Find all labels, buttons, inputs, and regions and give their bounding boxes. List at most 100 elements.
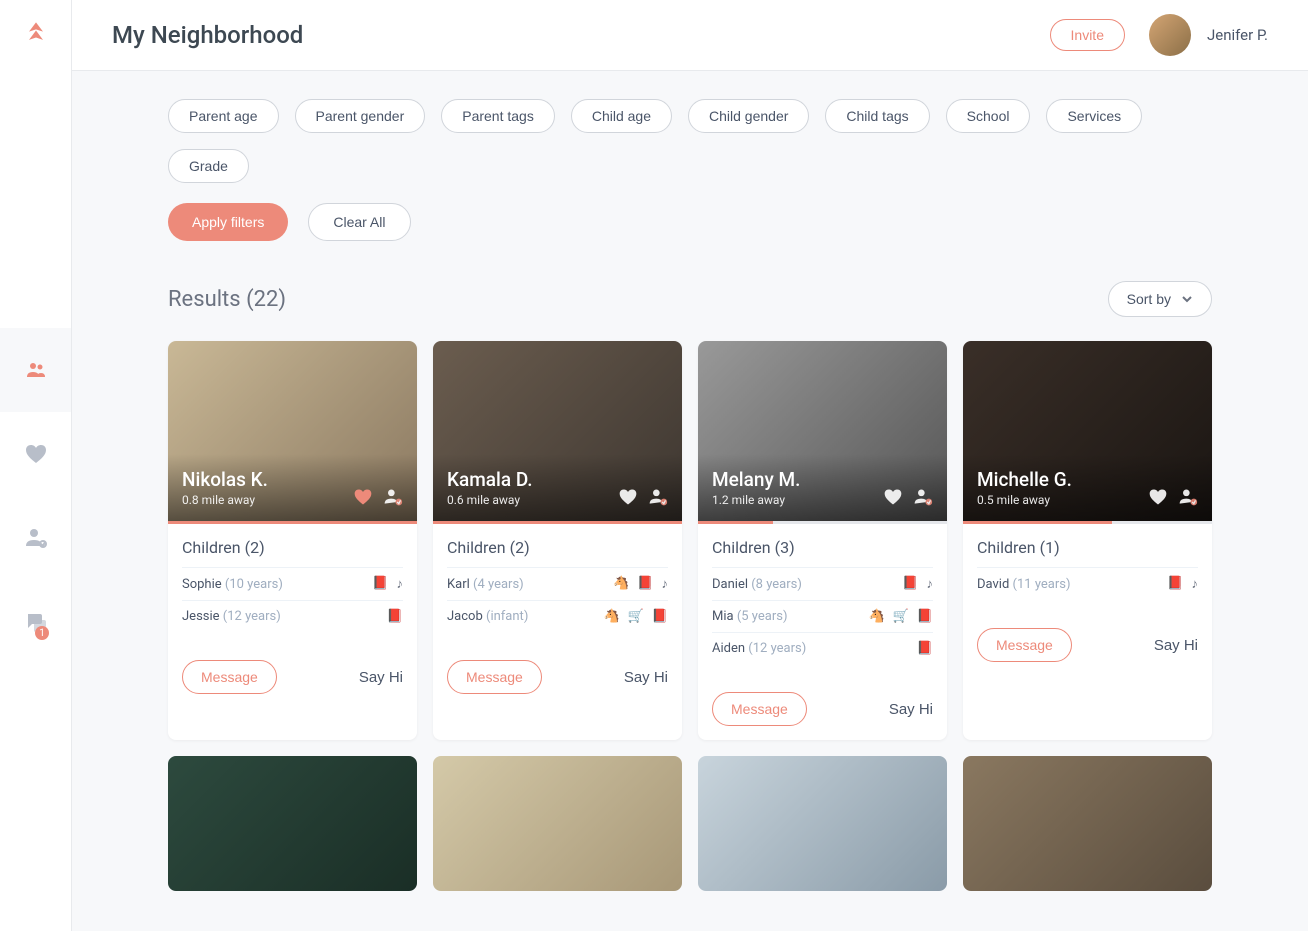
sayhi-button[interactable]: Say Hi bbox=[889, 701, 933, 718]
header: My Neighborhood Invite Jenifer P. bbox=[72, 0, 1308, 71]
heart-icon[interactable] bbox=[883, 487, 903, 507]
result-card[interactable] bbox=[698, 756, 947, 891]
activity-icon: 🛒 bbox=[893, 609, 909, 624]
card-distance: 0.8 mile away bbox=[182, 493, 268, 507]
user-name: Jenifer P. bbox=[1207, 26, 1268, 44]
child-name: Mia bbox=[712, 609, 734, 624]
clear-all-button[interactable]: Clear All bbox=[308, 203, 410, 241]
chevron-down-icon bbox=[1181, 293, 1193, 305]
filter-chip[interactable]: Child tags bbox=[825, 99, 929, 133]
app-logo-icon bbox=[22, 20, 50, 48]
filter-chip[interactable]: Parent gender bbox=[295, 99, 426, 133]
card-photo[interactable]: Nikolas K. 0.8 mile away bbox=[168, 341, 417, 521]
result-card[interactable] bbox=[433, 756, 682, 891]
page-title: My Neighborhood bbox=[112, 21, 303, 49]
sidebar-item-favorites[interactable] bbox=[0, 412, 71, 496]
add-user-icon[interactable] bbox=[1178, 487, 1198, 507]
activity-icon: 📕 bbox=[917, 641, 933, 656]
sayhi-button[interactable]: Say Hi bbox=[624, 669, 668, 686]
activity-icon: 📕 bbox=[637, 576, 653, 592]
child-row: Karl (4 years) 🐴 📕 ♪ bbox=[447, 567, 668, 600]
message-button[interactable]: Message bbox=[447, 660, 542, 694]
card-name: Melany M. bbox=[712, 468, 800, 491]
child-age: (11 years) bbox=[1013, 577, 1071, 592]
sidebar-item-people[interactable] bbox=[0, 328, 71, 412]
card-distance: 1.2 mile away bbox=[712, 493, 800, 507]
filter-chip[interactable]: Child age bbox=[571, 99, 672, 133]
add-user-icon[interactable] bbox=[648, 487, 668, 507]
card-name: Kamala D. bbox=[447, 468, 533, 491]
invite-button[interactable]: Invite bbox=[1050, 19, 1125, 51]
result-card: Michelle G. 0.5 mile away Children (1) D… bbox=[963, 341, 1212, 740]
message-button[interactable]: Message bbox=[182, 660, 277, 694]
activity-icon: 🛒 bbox=[628, 609, 644, 624]
activity-icon: ♪ bbox=[662, 576, 669, 592]
child-name: Daniel bbox=[712, 577, 748, 592]
child-name: Karl bbox=[447, 577, 470, 592]
child-name: Aiden bbox=[712, 641, 745, 656]
child-age: (4 years) bbox=[473, 577, 524, 592]
child-age: (5 years) bbox=[737, 609, 788, 624]
filter-chip[interactable]: School bbox=[946, 99, 1031, 133]
child-name: Jacob bbox=[447, 609, 483, 624]
activity-icon: 📕 bbox=[372, 576, 388, 592]
child-row: David (11 years) 📕 ♪ bbox=[977, 567, 1198, 600]
filter-chip[interactable]: Grade bbox=[168, 149, 249, 183]
activity-icon: 📕 bbox=[902, 576, 918, 592]
result-card[interactable] bbox=[963, 756, 1212, 891]
child-name: Sophie bbox=[182, 577, 222, 592]
children-count: Children (2) bbox=[182, 538, 403, 557]
results-count: Results (22) bbox=[168, 287, 286, 312]
child-name: David bbox=[977, 577, 1009, 592]
children-count: Children (2) bbox=[447, 538, 668, 557]
child-row: Jacob (infant) 🐴 🛒 📕 bbox=[447, 600, 668, 632]
heart-icon[interactable] bbox=[618, 487, 638, 507]
activity-icon: 📕 bbox=[917, 609, 933, 624]
child-age: (12 years) bbox=[748, 641, 806, 656]
activity-icon: 🐴 bbox=[603, 609, 619, 624]
result-card: Nikolas K. 0.8 mile away Children (2) So… bbox=[168, 341, 417, 740]
children-count: Children (3) bbox=[712, 538, 933, 557]
filter-chip[interactable]: Child gender bbox=[688, 99, 809, 133]
filter-chip[interactable]: Services bbox=[1046, 99, 1142, 133]
activity-icon: 📕 bbox=[1167, 576, 1183, 592]
child-row: Sophie (10 years) 📕♪ bbox=[182, 567, 403, 600]
sidebar-item-connections[interactable] bbox=[0, 496, 71, 580]
activity-icon: 🐴 bbox=[613, 576, 629, 592]
card-photo[interactable]: Michelle G. 0.5 mile away bbox=[963, 341, 1212, 521]
child-name: Jessie bbox=[182, 609, 220, 624]
heart-icon[interactable] bbox=[1148, 487, 1168, 507]
activity-icon: 📕 bbox=[387, 609, 403, 624]
child-age: (12 years) bbox=[223, 609, 281, 624]
message-button[interactable]: Message bbox=[712, 692, 807, 726]
result-card: Melany M. 1.2 mile away Children (3) Dan… bbox=[698, 341, 947, 740]
sidebar: 1 bbox=[0, 0, 72, 931]
child-row: Daniel (8 years) 📕 ♪ bbox=[712, 567, 933, 600]
heart-icon[interactable] bbox=[353, 487, 373, 507]
filters-row: Parent age Parent gender Parent tags Child … bbox=[168, 99, 1212, 183]
sidebar-item-chat[interactable]: 1 bbox=[0, 580, 71, 664]
card-photo[interactable]: Kamala D. 0.6 mile away bbox=[433, 341, 682, 521]
result-card[interactable] bbox=[168, 756, 417, 891]
filter-chip[interactable]: Parent age bbox=[168, 99, 279, 133]
activity-icon: 📕 bbox=[652, 609, 668, 624]
sayhi-button[interactable]: Say Hi bbox=[359, 669, 403, 686]
card-name: Michelle G. bbox=[977, 468, 1072, 491]
sayhi-button[interactable]: Say Hi bbox=[1154, 637, 1198, 654]
card-name: Nikolas K. bbox=[182, 468, 268, 491]
add-user-icon[interactable] bbox=[383, 487, 403, 507]
filter-chip[interactable]: Parent tags bbox=[441, 99, 555, 133]
card-photo[interactable]: Melany M. 1.2 mile away bbox=[698, 341, 947, 521]
message-button[interactable]: Message bbox=[977, 628, 1072, 662]
sort-button[interactable]: Sort by bbox=[1108, 281, 1212, 317]
card-distance: 0.5 mile away bbox=[977, 493, 1072, 507]
activity-icon: ♪ bbox=[927, 576, 934, 592]
result-card: Kamala D. 0.6 mile away Children (2) Kar… bbox=[433, 341, 682, 740]
child-age: (infant) bbox=[486, 609, 528, 624]
child-age: (8 years) bbox=[751, 577, 802, 592]
apply-filters-button[interactable]: Apply filters bbox=[168, 203, 288, 241]
activity-icon: ♪ bbox=[1192, 576, 1199, 592]
results-grid: Nikolas K. 0.8 mile away Children (2) So… bbox=[168, 341, 1212, 891]
user-menu[interactable]: Jenifer P. bbox=[1149, 14, 1268, 56]
add-user-icon[interactable] bbox=[913, 487, 933, 507]
